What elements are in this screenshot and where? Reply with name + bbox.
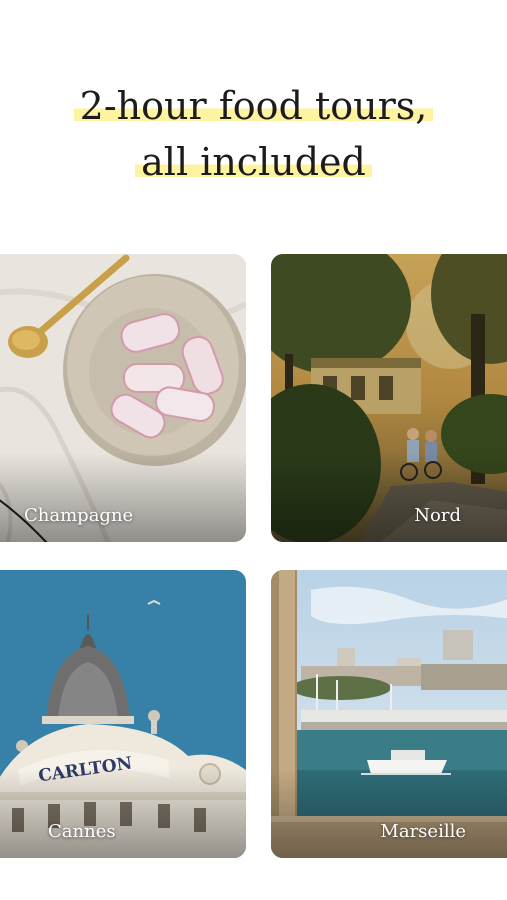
tour-label-nord: Nord bbox=[414, 505, 461, 526]
tour-card-cannes[interactable]: CARLTON Cannes bbox=[0, 570, 246, 858]
tour-card-marseille[interactable]: Marseille bbox=[271, 570, 507, 858]
page-headline: 2-hour food tours, all included bbox=[0, 78, 507, 190]
headline-line-1: 2-hour food tours, bbox=[73, 84, 434, 128]
tour-label-cannes: Cannes bbox=[48, 821, 116, 842]
tour-card-nord[interactable]: Nord bbox=[271, 254, 507, 542]
tour-label-marseille: Marseille bbox=[380, 821, 466, 842]
tour-card-champagne[interactable]: Champagne bbox=[0, 254, 246, 542]
tour-label-champagne: Champagne bbox=[24, 505, 134, 526]
headline-line-2: all included bbox=[135, 140, 372, 184]
